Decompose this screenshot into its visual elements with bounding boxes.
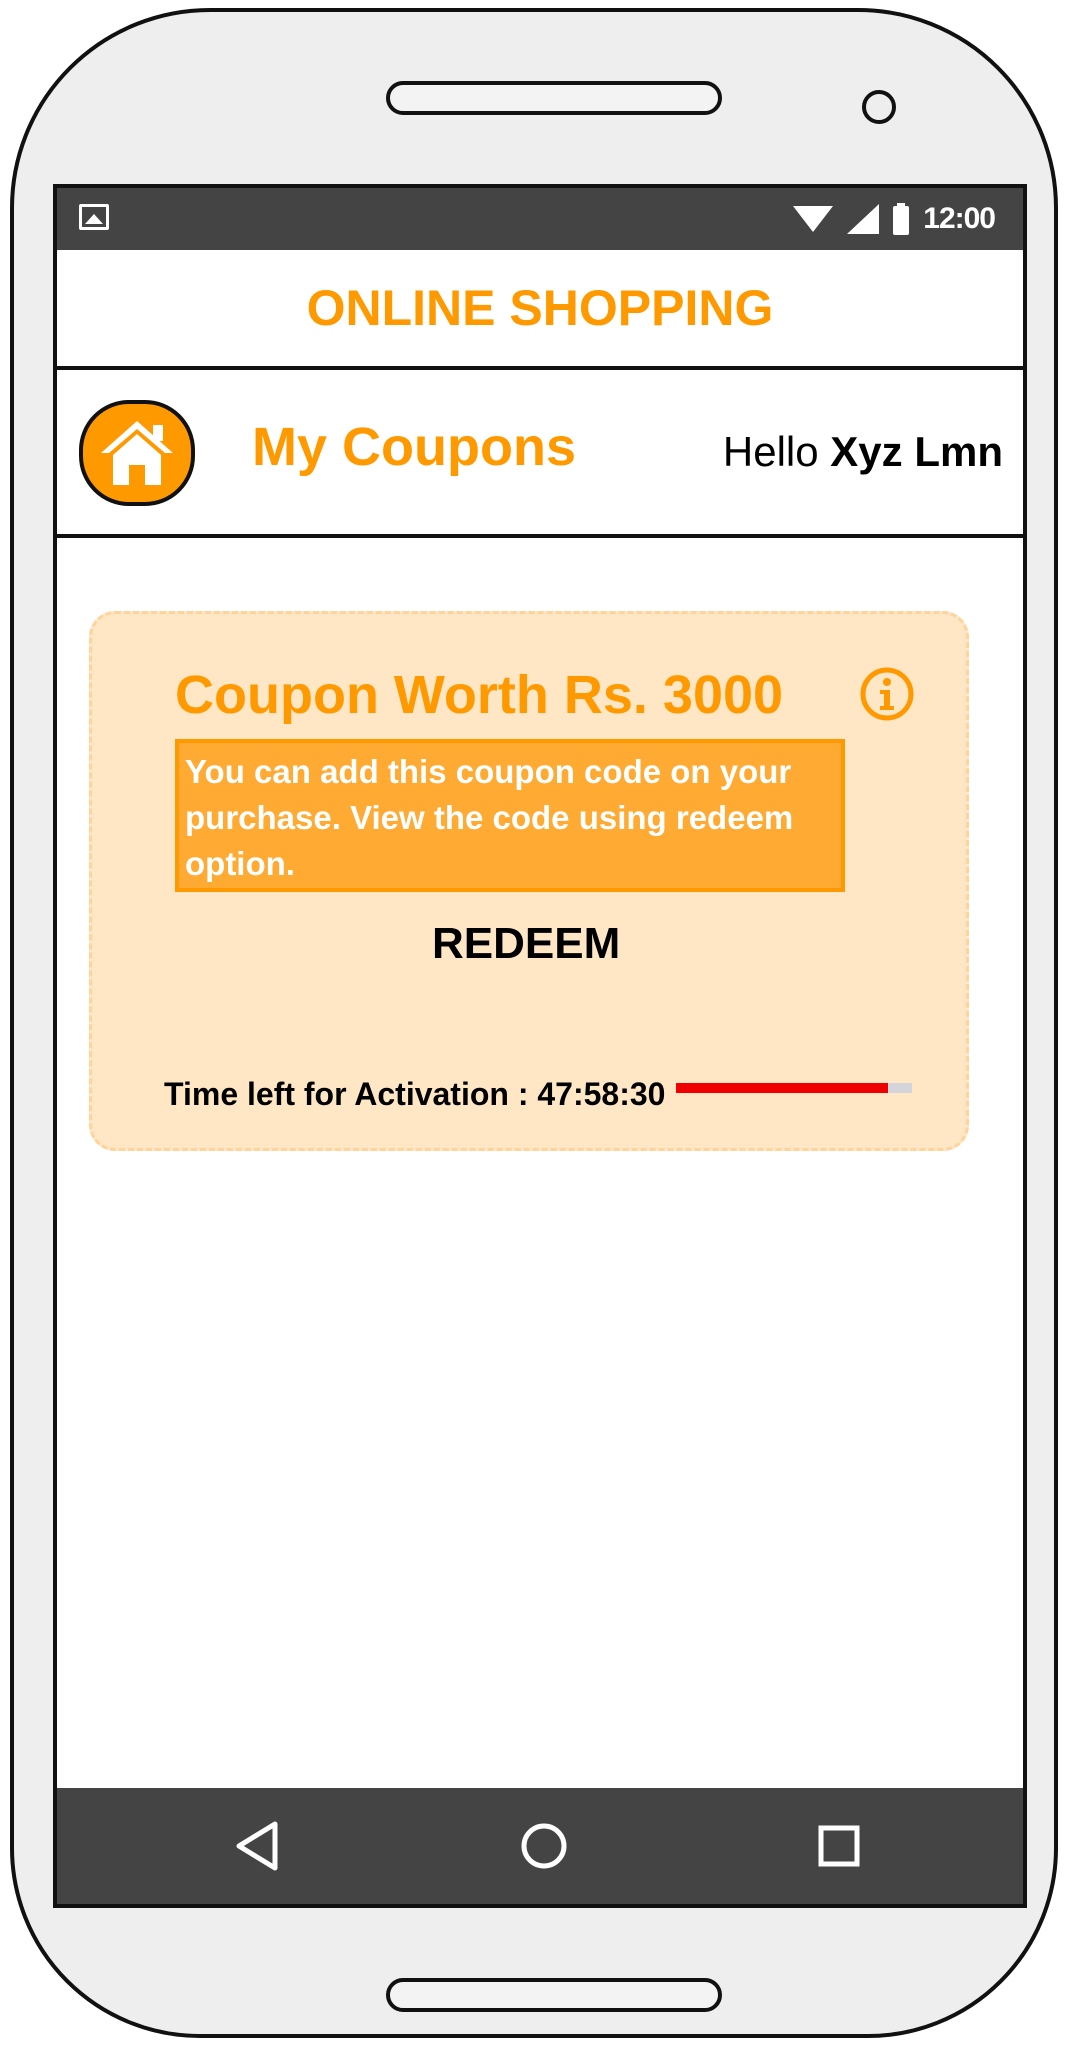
- recent-apps-button[interactable]: [809, 1816, 869, 1876]
- redeem-button[interactable]: REDEEM: [432, 919, 620, 969]
- page-title: My Coupons: [252, 417, 576, 477]
- image-icon: [79, 204, 109, 230]
- coupon-description: You can add this coupon code on your pur…: [175, 739, 845, 892]
- page-header: My Coupons Hello Xyz Lmn: [57, 370, 1023, 538]
- home-circle-icon: [521, 1823, 567, 1869]
- greeting-text: Hello: [722, 428, 831, 475]
- physical-home-slot: [386, 1978, 722, 2012]
- coupon-card: Coupon Worth Rs. 3000 You can add this c…: [89, 611, 969, 1151]
- timer-label: Time left for Activation :: [164, 1076, 538, 1112]
- back-icon: [236, 1821, 278, 1871]
- wifi-icon: [793, 206, 834, 232]
- user-greeting: Hello Xyz Lmn: [723, 428, 1003, 476]
- recent-apps-icon: [818, 1825, 860, 1867]
- signal-icon: [847, 204, 880, 234]
- home-button[interactable]: [79, 400, 195, 506]
- phone-screen: 12:00 ONLINE SHOPPING My Coupons Hello X…: [53, 184, 1027, 1908]
- coupon-title: Coupon Worth Rs. 3000: [175, 665, 784, 725]
- navigation-bar: [57, 1788, 1023, 1904]
- front-camera: [862, 90, 896, 124]
- user-name: Xyz Lmn: [830, 428, 1003, 475]
- activation-progress-bar: [676, 1083, 912, 1093]
- status-icons: 12:00: [793, 198, 996, 240]
- timer-value: 47:58:30: [537, 1076, 666, 1112]
- home-nav-button[interactable]: [514, 1816, 574, 1876]
- speaker-grille: [386, 81, 722, 115]
- activation-timer: Time left for Activation : 47:58:30: [164, 1076, 665, 1113]
- status-time: 12:00: [923, 202, 996, 235]
- back-button[interactable]: [227, 1816, 287, 1876]
- battery-icon: [893, 203, 910, 235]
- status-bar: 12:00: [57, 188, 1023, 250]
- progress-fill: [676, 1083, 889, 1093]
- app-title: ONLINE SHOPPING: [57, 250, 1023, 370]
- home-icon: [101, 421, 173, 485]
- info-icon[interactable]: [859, 666, 915, 722]
